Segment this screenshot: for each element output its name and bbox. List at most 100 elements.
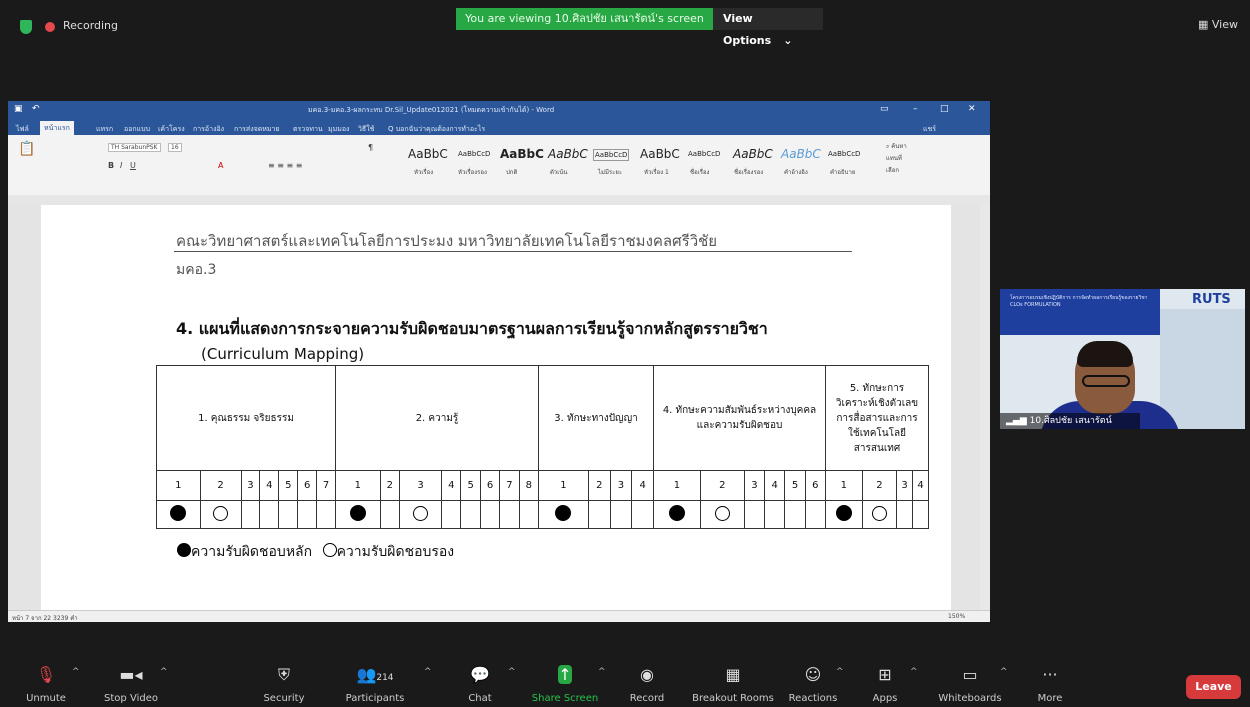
- security-shield-icon[interactable]: [20, 20, 32, 34]
- tab-mailings[interactable]: การส่งจดหมาย: [234, 124, 280, 135]
- tab-layout[interactable]: เค้าโครง: [158, 124, 185, 135]
- font-name-select[interactable]: TH SarabunPSK: [108, 143, 161, 152]
- replace-button[interactable]: แทนที่: [886, 153, 902, 163]
- mark-cell: [784, 500, 806, 529]
- save-icon[interactable]: ▣: [14, 104, 23, 114]
- record-button[interactable]: ◉ Record: [607, 665, 687, 704]
- record-icon: ◉: [640, 665, 654, 684]
- minimize-icon[interactable]: –: [913, 104, 918, 114]
- tab-insert[interactable]: แทรก: [96, 124, 113, 135]
- find-button[interactable]: ⌕ ค้นหา: [886, 141, 907, 151]
- style-title[interactable]: AaBbCcD: [688, 150, 720, 158]
- filled-circle-icon: [349, 505, 366, 521]
- style-no-spacing[interactable]: AaBbCcD: [593, 149, 630, 161]
- view-button[interactable]: ▦ View: [1198, 18, 1238, 31]
- font-size-select[interactable]: 16: [168, 143, 182, 152]
- empty-circle-icon: [322, 543, 337, 557]
- item-number-cell: 1: [538, 470, 589, 501]
- share-caret-icon[interactable]: ^: [598, 667, 606, 677]
- style-normal[interactable]: AaBbC: [500, 147, 544, 161]
- close-icon[interactable]: ✕: [968, 104, 976, 114]
- whiteboards-button[interactable]: ▭ Whiteboards: [930, 665, 1010, 704]
- mark-cell: [825, 500, 863, 529]
- document-area[interactable]: คณะวิทยาศาสตร์และเทคโนโลยีการประมง มหาวิ…: [8, 205, 990, 610]
- style-name-no-spacing: ไม่มีระยะ: [598, 169, 623, 176]
- recording-dot-icon: [45, 22, 55, 32]
- mark-cell: [399, 500, 443, 529]
- mark-cell: [861, 500, 898, 529]
- group-header: 2. ความรู้: [335, 365, 539, 471]
- underline-button[interactable]: U: [130, 161, 136, 170]
- participants-button[interactable]: 👥214 Participants: [335, 665, 415, 704]
- mark-cell: [316, 500, 336, 529]
- view-options-button[interactable]: View Options ⌄: [713, 8, 823, 47]
- style-heading-1[interactable]: AaBbC: [640, 147, 680, 161]
- participant-video-tile[interactable]: โครงการอบรมเชิงปฏิบัติการ การจัดทำผลการเ…: [1000, 289, 1245, 429]
- breakout-rooms-button[interactable]: ▦ Breakout Rooms: [688, 665, 778, 704]
- tab-file[interactable]: ไฟล์: [16, 124, 29, 135]
- more-button[interactable]: ··· More: [1010, 665, 1090, 704]
- section-heading: 4. แผนที่แสดงการกระจายความรับผิดชอบมาตรฐ…: [176, 319, 768, 338]
- whiteboards-caret-icon[interactable]: ^: [1000, 667, 1008, 677]
- item-number-cell: 5: [278, 470, 299, 501]
- bold-button[interactable]: B: [108, 161, 114, 170]
- tab-references[interactable]: การอ้างอิง: [193, 124, 224, 135]
- mark-cell: [335, 500, 381, 529]
- tell-me-search[interactable]: Q บอกฉันว่าคุณต้องการทำอะไร: [388, 124, 485, 135]
- breakout-rooms-label: Breakout Rooms: [692, 693, 774, 704]
- style-caption[interactable]: AaBbCcD: [828, 150, 860, 158]
- tab-review[interactable]: ตรวจทาน: [293, 124, 323, 135]
- recording-label[interactable]: Recording: [63, 19, 118, 32]
- maximize-icon[interactable]: □: [940, 104, 949, 114]
- italic-button[interactable]: I: [120, 161, 122, 170]
- share-button[interactable]: แชร์: [923, 124, 936, 135]
- paste-icon[interactable]: 📋: [18, 141, 35, 157]
- item-number-cell: 2: [861, 470, 898, 501]
- search-icon: ⌕: [886, 143, 890, 150]
- video-options-caret-icon[interactable]: ^: [160, 667, 168, 677]
- record-label: Record: [629, 693, 665, 704]
- style-heading[interactable]: AaBbC: [408, 147, 448, 161]
- style-quote[interactable]: AaBbC: [781, 147, 821, 161]
- section-subheading: (Curriculum Mapping): [201, 345, 365, 363]
- vertical-scrollbar[interactable]: [980, 205, 990, 610]
- tab-home[interactable]: หน้าแรก: [40, 121, 74, 135]
- align-icon[interactable]: ≡ ≡ ≡ ≡: [268, 161, 302, 170]
- apps-caret-icon[interactable]: ^: [910, 667, 918, 677]
- select-button[interactable]: เลือก: [886, 165, 899, 175]
- share-screen-icon: ↑: [558, 665, 572, 684]
- mark-cell: [653, 500, 701, 529]
- item-number-cell: 3: [399, 470, 443, 501]
- chat-caret-icon[interactable]: ^: [508, 667, 516, 677]
- viewing-screen-banner: You are viewing 10.ศิลปชัย เสนารัตน์'s s…: [456, 8, 713, 30]
- tab-view[interactable]: มุมมอง: [328, 124, 349, 135]
- zoom-level[interactable]: 150%: [948, 613, 965, 620]
- item-number-cell: 3: [240, 470, 261, 501]
- stop-video-button[interactable]: ▬◂ Stop Video: [91, 665, 171, 704]
- leave-button[interactable]: Leave: [1186, 675, 1241, 699]
- empty-circle-icon: [871, 505, 887, 521]
- word-title-bar: ▣ ↶ มคอ.3-มคอ.3-ผลกระทบ Dr.Sil_Update012…: [8, 101, 990, 121]
- item-number-cell: 5: [784, 470, 806, 501]
- more-dots-icon: ···: [1042, 665, 1058, 684]
- style-name-caption: คำอธิบาย: [830, 169, 856, 176]
- audio-options-caret-icon[interactable]: ^: [72, 667, 80, 677]
- share-screen-button[interactable]: ↑ Share Screen: [525, 665, 605, 704]
- tab-design[interactable]: ออกแบบ: [124, 124, 150, 135]
- security-button[interactable]: ⛨ Security: [244, 665, 324, 704]
- style-subheading[interactable]: AaBbCcD: [458, 150, 490, 158]
- reactions-caret-icon[interactable]: ^: [836, 667, 844, 677]
- style-emphasis[interactable]: AaBbC: [548, 147, 588, 161]
- undo-icon[interactable]: ↶: [32, 104, 40, 114]
- ribbon-display-icon[interactable]: ▭: [880, 104, 889, 114]
- tab-help[interactable]: วิธีใช้: [358, 124, 374, 135]
- whiteboards-label: Whiteboards: [938, 693, 1002, 704]
- document-page[interactable]: คณะวิทยาศาสตร์และเทคโนโลยีการประมง มหาวิ…: [41, 205, 951, 610]
- item-number-cell: 1: [653, 470, 701, 501]
- font-color-icon[interactable]: A: [218, 161, 223, 170]
- paragraph-mark-icon[interactable]: ¶: [368, 143, 373, 152]
- participants-caret-icon[interactable]: ^: [424, 667, 432, 677]
- style-subtitle[interactable]: AaBbC: [733, 147, 773, 161]
- item-number-cell: 3: [896, 470, 914, 501]
- background-wall: [1160, 309, 1245, 429]
